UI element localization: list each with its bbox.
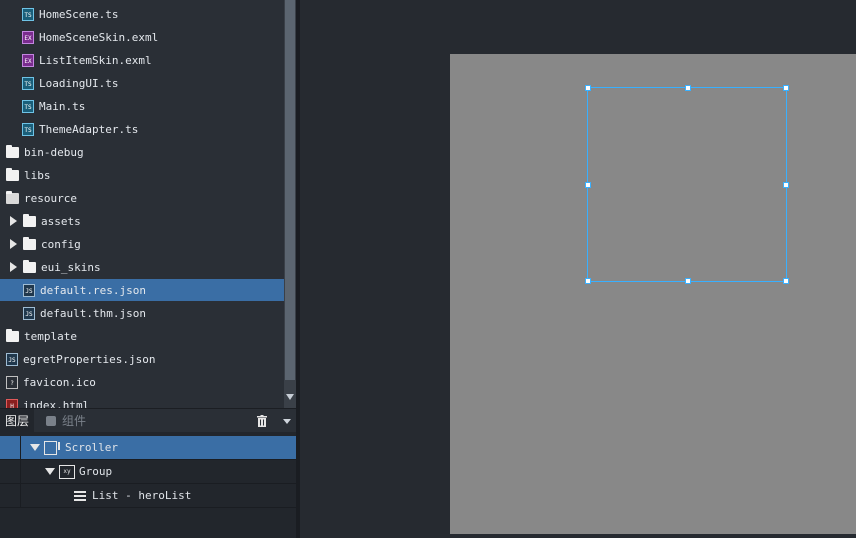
tree-item-assets[interactable]: assets	[0, 210, 284, 232]
layer-gutter[interactable]	[0, 460, 21, 483]
tree-item-label: LoadingUI.ts	[39, 76, 119, 90]
tree-item-label: egretProperties.json	[23, 352, 156, 366]
tree-item-label: Main.ts	[39, 99, 86, 113]
tree-item-label: HomeSceneSkin.exml	[39, 30, 159, 44]
tab-layers[interactable]: 图层	[0, 409, 34, 433]
layer-scroller[interactable]: Scroller	[0, 436, 296, 460]
json-file-icon: JS	[23, 283, 35, 297]
file-tree-scrollbar[interactable]	[284, 0, 296, 408]
tree-item-index-html[interactable]: H index.html	[0, 394, 284, 408]
expand-arrow-icon[interactable]	[10, 262, 17, 272]
tree-item-label: resource	[24, 191, 77, 205]
resize-handle-w[interactable]	[585, 182, 591, 188]
tree-item-label: index.html	[23, 398, 90, 409]
resize-handle-nw[interactable]	[585, 85, 591, 91]
list-icon	[74, 490, 86, 501]
ts-file-icon: TS	[22, 122, 34, 136]
ts-file-icon: TS	[22, 7, 34, 21]
resize-handle-sw[interactable]	[585, 278, 591, 284]
tree-item-template[interactable]: template	[0, 325, 284, 347]
json-file-icon: JS	[6, 352, 18, 366]
tree-item-config[interactable]: config	[0, 233, 284, 255]
resize-handle-ne[interactable]	[783, 85, 789, 91]
tree-item-eui-skins[interactable]: eui_skins	[0, 256, 284, 278]
group-icon: xy	[59, 464, 75, 479]
resize-handle-n[interactable]	[685, 85, 691, 91]
ico-file-icon: ?	[6, 375, 18, 389]
tree-item-loadingui-ts[interactable]: TS LoadingUI.ts	[0, 72, 284, 94]
collapse-arrow-icon[interactable]	[45, 468, 55, 475]
tree-item-resource[interactable]: resource	[0, 187, 284, 209]
tree-item-label: config	[41, 237, 81, 251]
tab-components[interactable]: 组件	[46, 409, 86, 433]
scrollbar-thumb[interactable]	[285, 0, 295, 380]
tree-item-bin-debug[interactable]: bin-debug	[0, 141, 284, 163]
tree-item-label: ThemeAdapter.ts	[39, 122, 139, 136]
layer-gutter[interactable]	[0, 484, 21, 507]
layers-panel-header: 图层 组件	[0, 408, 296, 433]
tree-item-label: libs	[24, 168, 51, 182]
artboard[interactable]	[450, 54, 856, 534]
resize-handle-e[interactable]	[783, 182, 789, 188]
expand-arrow-icon[interactable]	[10, 239, 17, 249]
chevron-down-icon[interactable]	[283, 419, 291, 424]
design-canvas[interactable]	[300, 0, 856, 538]
resize-handle-se[interactable]	[783, 278, 789, 284]
collapse-arrow-icon[interactable]	[30, 444, 40, 451]
ts-file-icon: TS	[22, 99, 34, 113]
folder-icon	[6, 328, 19, 342]
folder-icon	[23, 259, 36, 273]
tree-item-label: default.res.json	[40, 283, 146, 297]
exml-file-icon: EX	[22, 30, 34, 44]
layer-list-herolist[interactable]: List - heroList	[0, 484, 296, 508]
tree-item-label: template	[24, 329, 77, 343]
tree-item-homesceneskin-exml[interactable]: EX HomeSceneSkin.exml	[0, 26, 284, 48]
exml-file-icon: EX	[22, 53, 34, 67]
ts-file-icon: TS	[22, 76, 34, 90]
folder-icon	[23, 236, 36, 250]
html-file-icon: H	[6, 398, 18, 408]
layer-label: List - heroList	[92, 489, 192, 502]
tree-item-homescene-ts[interactable]: TS HomeScene.ts	[0, 3, 284, 25]
tree-item-label: HomeScene.ts	[39, 7, 119, 21]
tree-item-themeadapter-ts[interactable]: TS ThemeAdapter.ts	[0, 118, 284, 140]
tree-item-default-res-json[interactable]: JS default.res.json	[0, 279, 284, 301]
tree-item-listitemskin-exml[interactable]: EX ListItemSkin.exml	[0, 49, 284, 71]
json-file-icon: JS	[23, 306, 35, 320]
scroller-icon	[44, 440, 60, 455]
folder-open-icon	[6, 190, 19, 204]
tree-item-libs[interactable]: libs	[0, 164, 284, 186]
tree-item-label: eui_skins	[41, 260, 101, 274]
folder-icon	[6, 144, 19, 158]
layers-panel: Scroller xy Group List - heroList	[0, 432, 296, 538]
tree-item-favicon-ico[interactable]: ? favicon.ico	[0, 371, 284, 393]
file-tree: TS HomeScene.ts EX HomeSceneSkin.exml EX…	[0, 0, 284, 408]
layer-group[interactable]: xy Group	[0, 460, 296, 484]
tree-item-egretproperties-json[interactable]: JS egretProperties.json	[0, 348, 284, 370]
tab-components-label: 组件	[62, 414, 87, 428]
tree-item-label: bin-debug	[24, 145, 84, 159]
tree-item-default-thm-json[interactable]: JS default.thm.json	[0, 302, 284, 324]
layer-gutter[interactable]	[0, 436, 21, 459]
tree-item-label: assets	[41, 214, 81, 228]
folder-icon	[6, 167, 19, 181]
layer-label: Scroller	[65, 441, 118, 454]
tree-item-label: ListItemSkin.exml	[39, 53, 152, 67]
scroll-down-arrow-icon[interactable]	[286, 394, 294, 400]
folder-icon	[23, 213, 36, 227]
tree-item-label: favicon.ico	[23, 375, 96, 389]
trash-icon[interactable]	[257, 415, 267, 427]
expand-arrow-icon[interactable]	[10, 216, 17, 226]
selected-scroller-bounds[interactable]	[585, 85, 789, 284]
tree-item-main-ts[interactable]: TS Main.ts	[0, 95, 284, 117]
puzzle-icon	[46, 416, 56, 426]
layer-label: Group	[79, 465, 113, 478]
resize-handle-s[interactable]	[685, 278, 691, 284]
tree-item-label: default.thm.json	[40, 306, 146, 320]
